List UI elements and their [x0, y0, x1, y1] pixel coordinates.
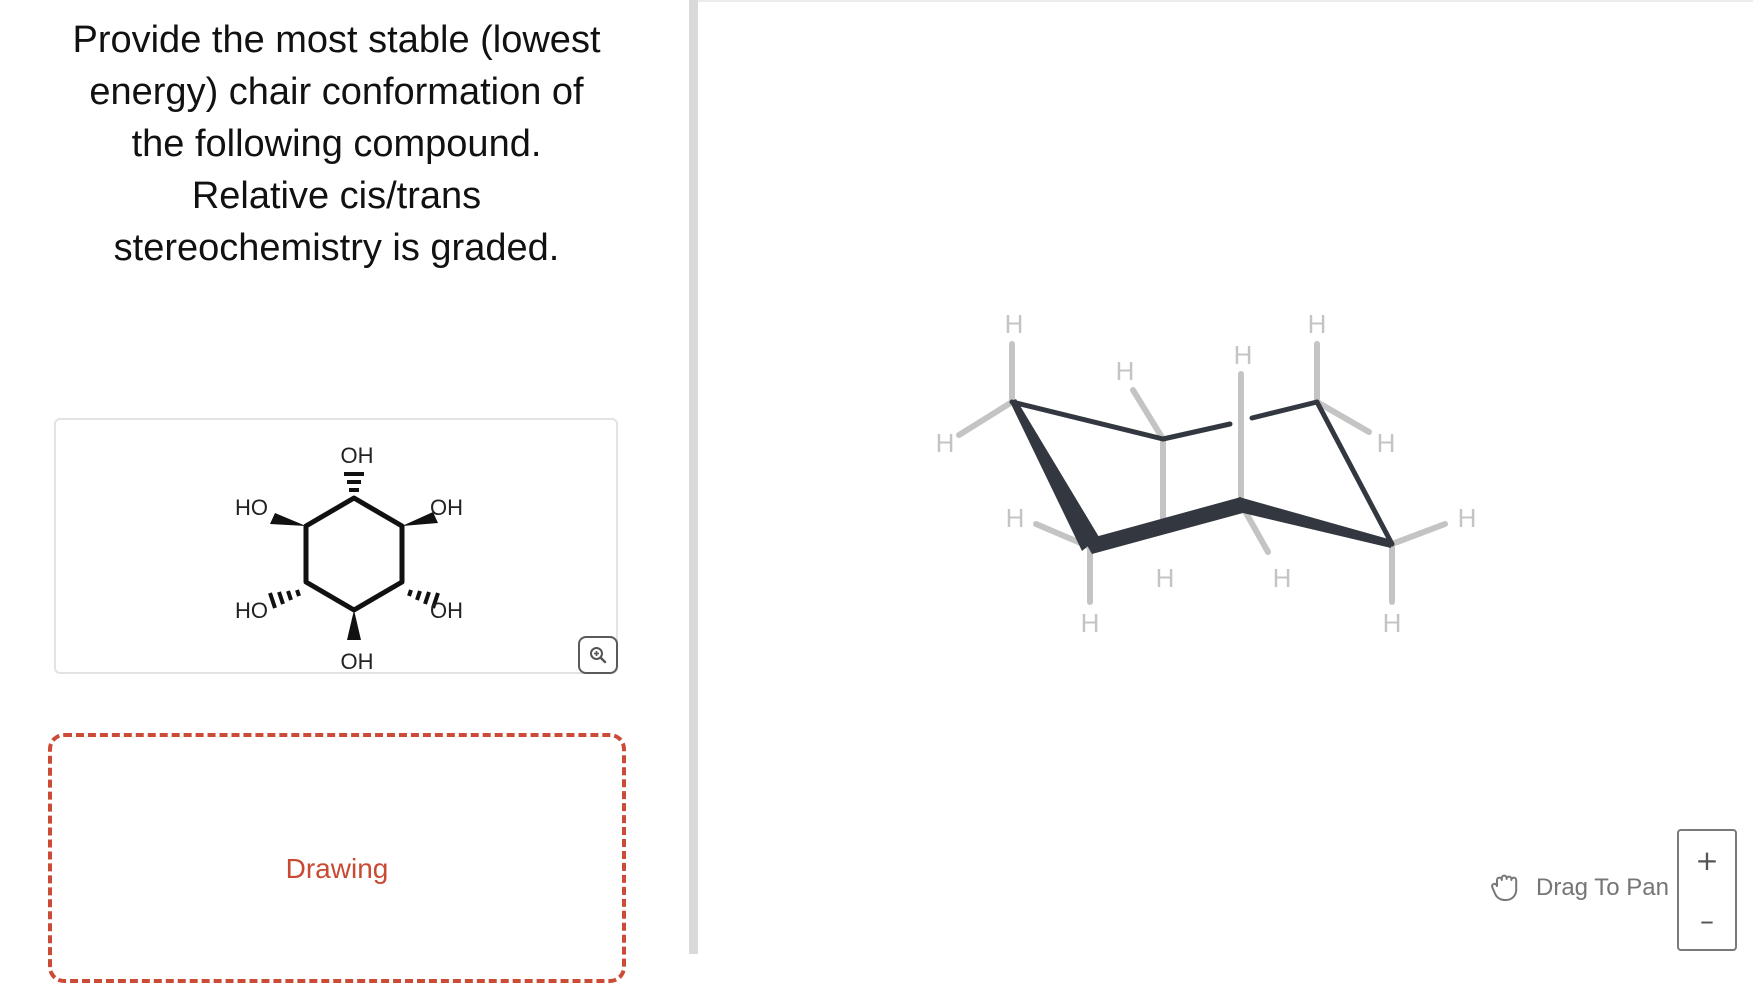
zoom-structure-button[interactable] — [578, 636, 618, 674]
question-line: stereochemistry is graded. — [113, 227, 560, 269]
drawing-label: Drawing — [285, 853, 389, 884]
hydrogen-label: H — [1156, 563, 1175, 593]
chair-canvas[interactable]: H H H H H H H H H H H H — [698, 2, 1753, 956]
hashed-bond-top — [344, 472, 364, 492]
wedge-bond-upper-left — [270, 513, 306, 526]
hydrogen-bonds — [956, 341, 1448, 605]
wedge-bond-bottom — [347, 610, 361, 640]
hydrogen-label: H — [1377, 428, 1396, 458]
hydrogen-label: H — [1383, 608, 1402, 638]
hydrogen-label: H — [1006, 503, 1025, 533]
hydrogen-label: H — [1081, 608, 1100, 638]
question-text: Provide the most stable (lowest energy) … — [30, 14, 643, 274]
chair-front-bonds — [1010, 399, 1392, 554]
pan-label: Drag To Pan — [1536, 874, 1669, 901]
hydrogen-label: H — [1273, 563, 1292, 593]
hydrogen-label: H — [1308, 309, 1327, 339]
structure-drawing: OH HO OH HO OH OH — [235, 443, 463, 674]
hashed-bond-lower-left — [268, 589, 301, 609]
zoom-out-button[interactable]: – — [1679, 891, 1735, 949]
hydrogen-label: H — [1234, 340, 1253, 370]
hydrogen-label: H — [1005, 309, 1024, 339]
substituent-label-top: OH — [341, 443, 374, 468]
zoom-in-icon — [590, 647, 607, 664]
substituent-label-upper-left: HO — [235, 495, 268, 520]
question-line: Provide the most stable (lowest — [72, 19, 601, 61]
zoom-in-button[interactable]: + — [1679, 831, 1735, 889]
hand-icon — [1491, 874, 1518, 901]
substituent-label-bottom: OH — [341, 649, 374, 674]
hydrogen-label: H — [1116, 356, 1135, 386]
hydrogen-label: H — [1458, 503, 1477, 533]
canvas-zoom-controls: + – — [1677, 829, 1737, 951]
drawing-canvas-panel[interactable]: H H H H H H H H H H H H Drag To Pan + – — [698, 0, 1753, 954]
cyclohexane-ring — [303, 495, 405, 613]
question-panel: Provide the most stable (lowest energy) … — [0, 0, 689, 983]
substituent-label-lower-left: HO — [235, 598, 268, 623]
drawing-drop-zone[interactable]: Drawing — [48, 733, 626, 983]
molecule-card: OH HO OH HO OH OH — [54, 418, 618, 674]
question-line: energy) chair conformation of — [89, 71, 584, 113]
question-line: the following compound. — [131, 123, 542, 165]
substituent-label-lower-right: OH — [430, 598, 463, 623]
panel-splitter[interactable] — [689, 0, 698, 954]
hydrogen-label: H — [936, 428, 955, 458]
question-line: Relative cis/trans — [191, 175, 482, 217]
drag-to-pan-hint: Drag To Pan — [1488, 868, 1669, 908]
substituent-label-upper-right: OH — [430, 495, 463, 520]
